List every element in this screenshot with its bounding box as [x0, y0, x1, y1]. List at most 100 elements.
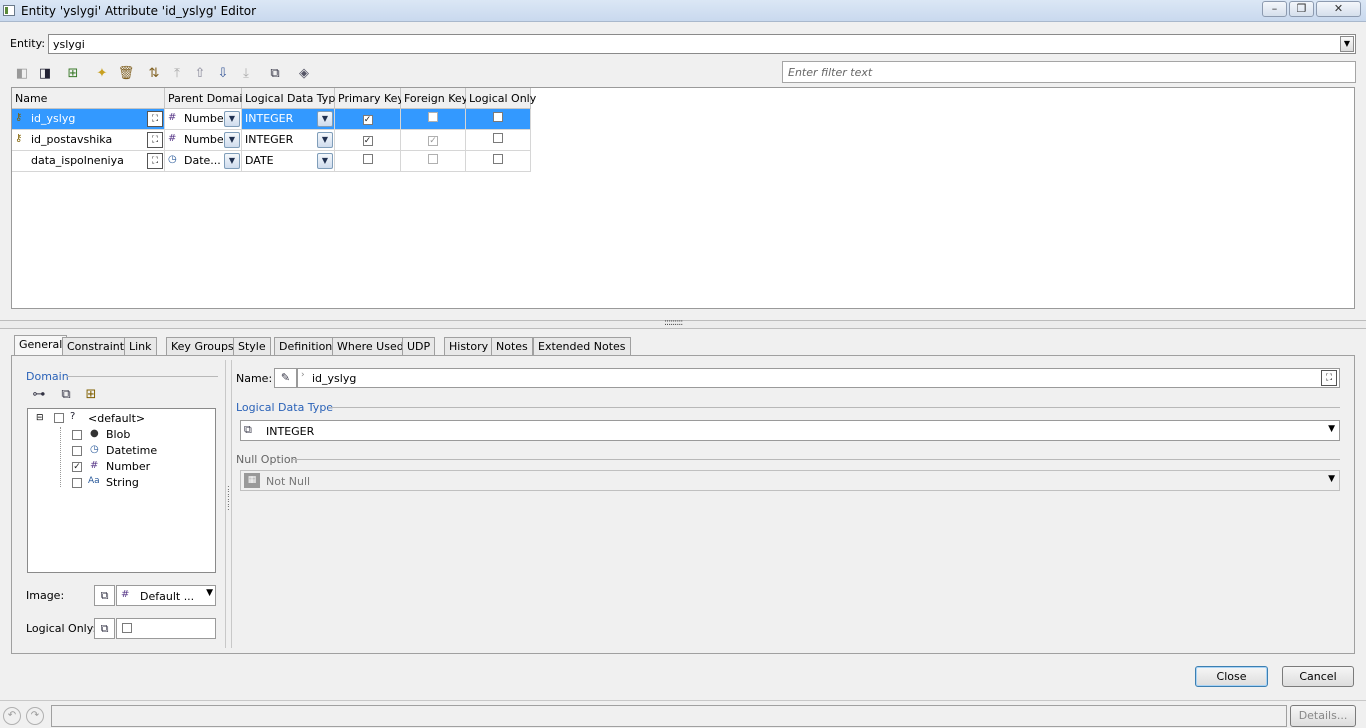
new-icon[interactable]: ✦: [93, 65, 111, 83]
logical-data-type-select[interactable]: ⧉ INTEGER ▼: [240, 420, 1340, 441]
chevron-down-icon[interactable]: ▼: [1328, 474, 1335, 484]
tree-node-datetime[interactable]: Datetime: [106, 444, 157, 457]
filter-input[interactable]: Enter filter text: [782, 61, 1356, 83]
col-header-logical-only[interactable]: Logical Only: [466, 88, 536, 109]
move-down-icon[interactable]: ⇩: [214, 65, 232, 83]
tab-udp[interactable]: UDP: [402, 337, 436, 355]
domain-icon[interactable]: ⧉: [266, 65, 284, 83]
chevron-down-icon[interactable]: ▼: [317, 153, 333, 169]
domain-tree[interactable]: ⊟ ? <default> ● Blob ◷ Datetime ✓ # Numb…: [27, 408, 216, 573]
tree-checkbox[interactable]: [72, 478, 82, 488]
tree-node-blob[interactable]: Blob: [106, 428, 130, 441]
tab-notes[interactable]: Notes: [491, 337, 533, 355]
null-option-select[interactable]: ▦ Not Null ▼: [240, 470, 1340, 491]
chevron-down-icon[interactable]: ▼: [224, 111, 240, 127]
cell-logical-only[interactable]: [466, 109, 531, 130]
logical-only-checkbox[interactable]: [493, 154, 503, 164]
tab-constraint[interactable]: Constraint: [62, 337, 130, 355]
tab-link[interactable]: Link: [124, 337, 157, 355]
undo-icon[interactable]: ↶: [3, 707, 21, 725]
chevron-down-icon[interactable]: ▼: [206, 588, 213, 598]
reorder-icon[interactable]: ⇅: [145, 65, 163, 83]
cancel-button[interactable]: Cancel: [1282, 666, 1354, 687]
tab-where-used[interactable]: Where Used: [332, 337, 409, 355]
cell-name[interactable]: data_ispolneniya: [12, 151, 165, 172]
tree-view-icon[interactable]: ⊶: [30, 386, 48, 404]
cell-logical-only[interactable]: [466, 151, 531, 172]
fk-checkbox[interactable]: [428, 154, 438, 164]
close-window-icon[interactable]: ✕: [1316, 1, 1361, 17]
cell-name[interactable]: ⚷ id_yslyg: [12, 109, 165, 130]
add-attribute-icon[interactable]: ⊞: [64, 65, 82, 83]
tab-general[interactable]: General: [14, 335, 68, 356]
tab-style[interactable]: Style: [233, 337, 271, 355]
move-top-icon[interactable]: ⤒: [168, 65, 186, 83]
name-input[interactable]: › id_yslyg ⛶: [297, 368, 1340, 388]
tree-node-default[interactable]: <default>: [88, 412, 145, 425]
col-header-primary-key[interactable]: Primary Key: [335, 88, 404, 109]
close-button[interactable]: Close: [1195, 666, 1268, 687]
expand-icon[interactable]: ⛶: [147, 153, 163, 169]
col-header-name[interactable]: Name: [12, 88, 165, 109]
cell-primary-key[interactable]: ✓: [335, 130, 401, 151]
tree-checkbox[interactable]: [72, 430, 82, 440]
pk-checkbox[interactable]: [362, 154, 373, 164]
collapse-icon[interactable]: ⊟: [36, 413, 44, 423]
tab-definition[interactable]: Definition: [274, 337, 338, 355]
chevron-down-icon[interactable]: ▼: [1328, 424, 1335, 434]
entity-select[interactable]: yslygi ▼: [48, 34, 1356, 54]
move-up-icon[interactable]: ⇧: [191, 65, 209, 83]
expand-icon[interactable]: ⛶: [1321, 370, 1337, 386]
move-bottom-icon[interactable]: ⤓: [237, 65, 255, 83]
cell-foreign-key[interactable]: [401, 109, 466, 130]
chevron-down-icon[interactable]: ▼: [1340, 36, 1354, 52]
tree-node-string[interactable]: String: [106, 476, 139, 489]
add-domain-icon[interactable]: ⊞: [82, 386, 100, 404]
cell-foreign-key[interactable]: [401, 151, 466, 172]
redo-icon[interactable]: ↷: [26, 707, 44, 725]
pk-checkbox[interactable]: ✓: [362, 115, 373, 125]
tab-extended-notes[interactable]: Extended Notes: [533, 337, 631, 355]
logical-only-checkbox[interactable]: [493, 133, 503, 143]
tree-checkbox[interactable]: [72, 446, 82, 456]
grip-icon[interactable]: :::::: [227, 484, 230, 512]
details-button[interactable]: Details...: [1290, 705, 1356, 727]
cell-foreign-key[interactable]: ✓: [401, 130, 466, 151]
domain-icon[interactable]: ⧉: [57, 386, 75, 404]
tab-history[interactable]: History: [444, 337, 494, 355]
image-select[interactable]: # Default ... ▼: [116, 585, 216, 606]
tree-node-number[interactable]: Number: [106, 460, 150, 473]
rename-icon[interactable]: ✎: [274, 368, 297, 388]
cell-name[interactable]: ⚷ id_postavshika: [12, 130, 165, 151]
domain-icon[interactable]: ⧉: [94, 585, 115, 606]
chevron-down-icon[interactable]: ▼: [317, 132, 333, 148]
logical-only-checkbox[interactable]: [122, 623, 132, 633]
cell-primary-key[interactable]: ✓: [335, 109, 401, 130]
col-header-parent-domain[interactable]: Parent Domain: [165, 88, 249, 109]
vertical-splitter[interactable]: :::::: [225, 360, 232, 648]
logical-only-field[interactable]: [116, 618, 216, 639]
col-header-foreign-key[interactable]: Foreign Key: [401, 88, 468, 109]
splitter[interactable]: :::::::::: [0, 318, 1366, 329]
expand-icon[interactable]: ⛶: [147, 111, 163, 127]
tree-checkbox[interactable]: [54, 413, 64, 423]
restore-icon[interactable]: ❐: [1289, 1, 1314, 17]
chevron-down-icon[interactable]: ▼: [224, 132, 240, 148]
fk-checkbox[interactable]: [428, 112, 438, 122]
properties-icon[interactable]: ◈: [295, 65, 313, 83]
expand-icon[interactable]: ⛶: [147, 132, 163, 148]
next-icon[interactable]: ◨: [36, 65, 54, 83]
delete-icon[interactable]: 🗑: [117, 65, 135, 83]
tab-key-groups[interactable]: Key Groups: [166, 337, 239, 355]
pk-checkbox[interactable]: ✓: [362, 136, 373, 146]
cell-logical-only[interactable]: [466, 130, 531, 151]
grip-icon[interactable]: :::::::::: [664, 318, 683, 328]
chevron-down-icon[interactable]: ▼: [317, 111, 333, 127]
cell-primary-key[interactable]: [335, 151, 401, 172]
fk-checkbox[interactable]: ✓: [428, 136, 438, 146]
col-header-logical-data-type[interactable]: Logical Data Type: [242, 88, 342, 109]
tree-checkbox[interactable]: ✓: [72, 462, 82, 472]
logical-only-checkbox[interactable]: [493, 112, 503, 122]
prev-icon[interactable]: ◧: [13, 65, 31, 83]
chevron-down-icon[interactable]: ▼: [224, 153, 240, 169]
